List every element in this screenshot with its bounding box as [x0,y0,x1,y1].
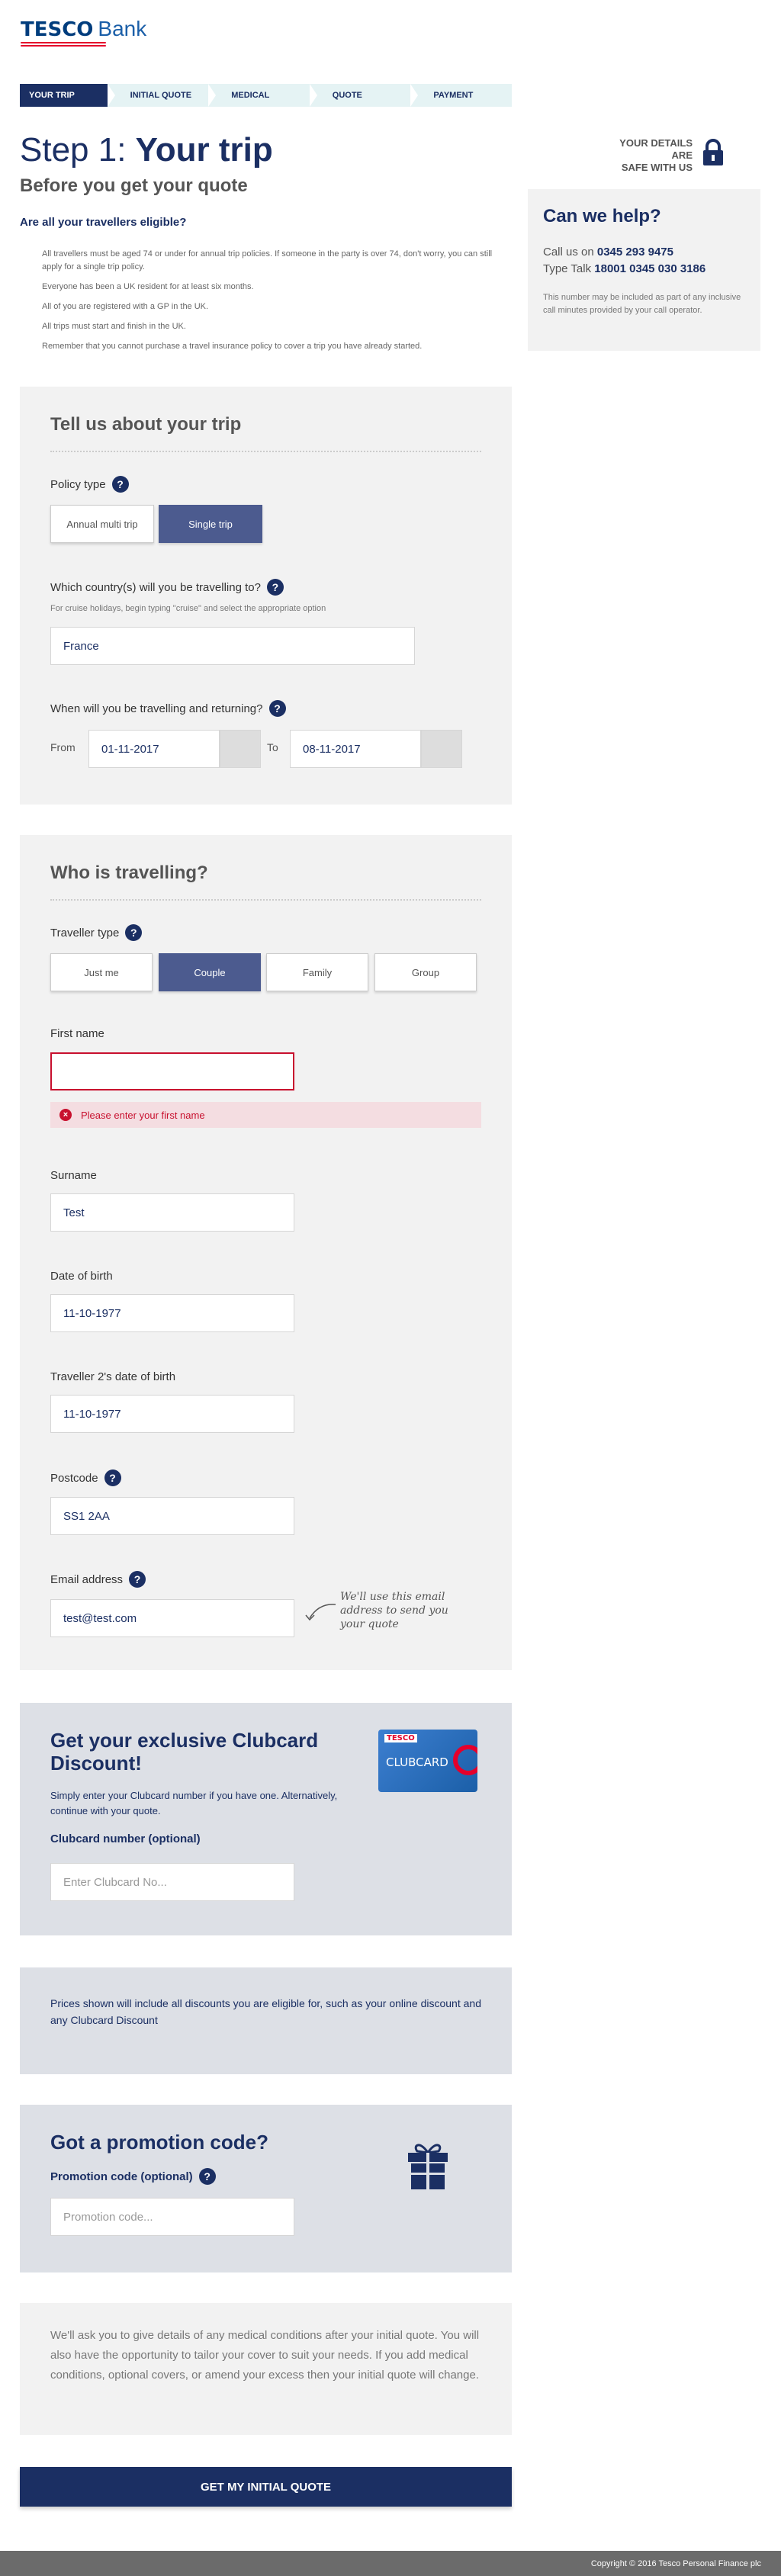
help-call: Call us on 0345 293 9475 [543,246,673,259]
safe-line2: SAFE WITH US [621,162,693,173]
help-question-icon[interactable]: ? [198,2168,216,2185]
card-tesco-logo: TESCO [384,1734,417,1742]
footer-copyright: Copyright © 2016 Tesco Personal Finance … [0,2551,781,2576]
traveller-type-label: Traveller type ? [50,924,143,941]
dob-label: Date of birth [50,1270,113,1283]
eligibility-rule: Everyone has been a UK resident for at l… [42,282,254,291]
step-quote: QUOTE [309,84,418,107]
country-label: Which country(s) will you be travelling … [50,579,284,596]
safe-line1: YOUR DETAILS ARE [619,137,693,161]
page-title: Step 1: Your trip [20,131,273,169]
discount-info: Prices shown will include all discounts … [20,1967,512,2074]
traveller-just-me-button[interactable]: Just me [50,953,153,991]
first-name-label: First name [50,1027,104,1040]
help-note: This number may be included as part of a… [543,293,741,315]
help-question-icon[interactable]: ? [268,700,286,717]
curved-arrow-icon [305,1604,336,1621]
step-prefix: Step 1: [20,131,127,169]
traveller-group-button[interactable]: Group [374,953,477,991]
help-typetalk: Type Talk 18001 0345 030 3186 [543,262,706,275]
postcode-input[interactable]: SS1 2AA [50,1497,294,1535]
logo-tesco: TESCO [21,18,94,41]
from-calendar-button[interactable] [220,730,261,768]
gift-icon [408,2144,448,2189]
traveller-family-button[interactable]: Family [266,953,368,991]
logo-stripes [21,42,106,50]
step-your-trip: YOUR TRIP [20,84,115,107]
eligibility-rule: All of you are registered with a GP in t… [42,302,209,311]
from-label: From [50,741,76,753]
policy-annual-button[interactable]: Annual multi trip [50,505,154,543]
promo-panel: Got a promotion code? Promotion code (op… [20,2105,512,2272]
lock-icon [703,139,723,165]
dob-input[interactable]: 11-10-1977 [50,1294,294,1332]
surname-input[interactable]: Test [50,1193,294,1232]
to-label: To [267,741,278,753]
policy-single-button[interactable]: Single trip [159,505,262,543]
help-call-number[interactable]: 0345 293 9475 [597,246,673,259]
country-input[interactable]: France [50,627,415,665]
eligibility-rule: All travellers must be aged 74 or under … [42,249,493,271]
step-initial-quote: INITIAL QUOTE [107,84,216,107]
help-question-icon[interactable]: ? [111,476,129,493]
travellers-title: Who is travelling? [50,835,481,901]
dates-label: When will you be travelling and returnin… [50,700,286,717]
help-question-icon[interactable]: ? [104,1469,121,1486]
to-calendar-button[interactable] [421,730,462,768]
help-typetalk-number[interactable]: 18001 0345 030 3186 [594,262,705,275]
trip-panel: Tell us about your trip Policy type ? An… [20,387,512,805]
email-input[interactable]: test@test.com [50,1599,294,1637]
to-date-input[interactable]: 08-11-2017 [290,730,421,768]
clubcard-label: Clubcard number (optional) [50,1832,201,1845]
step-medical: MEDICAL [208,84,317,107]
help-box: Can we help? Call us on 0345 293 9475 Ty… [528,189,760,351]
eligibility-rule: All trips must start and finish in the U… [42,322,186,331]
dob2-label: Traveller 2's date of birth [50,1370,176,1383]
dob2-input[interactable]: 11-10-1977 [50,1395,294,1433]
eligibility-question: Are all your travellers eligible? [20,216,187,229]
country-hint: For cruise holidays, begin typing "cruis… [50,604,326,613]
card-swirl [453,1745,477,1775]
medical-note: We'll ask you to give details of any med… [20,2303,512,2435]
email-label: Email address ? [50,1571,146,1588]
clubcard-panel: Get your exclusive Clubcard Discount! Si… [20,1703,512,1935]
eligibility-rule: Remember that you cannot purchase a trav… [42,342,423,351]
promo-input[interactable]: Promotion code... [50,2198,294,2236]
help-question-icon[interactable]: ? [266,579,284,596]
help-question-icon[interactable]: ? [125,924,143,941]
trip-title: Tell us about your trip [50,387,481,452]
page-subtitle: Before you get your quote [20,175,248,196]
email-note: We'll use this email address to send you… [340,1591,448,1630]
clubcard-input[interactable]: Enter Clubcard No... [50,1863,294,1901]
first-name-error: × Please enter your first name [50,1102,481,1128]
eligibility-rules: All travellers must be aged 74 or under … [42,248,507,360]
surname-label: Surname [50,1169,97,1182]
tesco-bank-logo[interactable]: TESCO Bank [21,17,147,47]
step-payment: PAYMENT [410,84,512,107]
from-date-input[interactable]: 01-11-2017 [88,730,220,768]
progress-steps: YOUR TRIP INITIAL QUOTE MEDICAL QUOTE PA… [20,84,512,107]
error-icon: × [59,1109,72,1121]
card-clubcard-text: CLUBCARD [386,1755,448,1769]
traveller-couple-button[interactable]: Couple [159,953,261,991]
travellers-panel: Who is travelling? Traveller type ? Just… [20,835,512,1670]
first-name-input[interactable] [50,1052,294,1090]
clubcard-title: Get your exclusive Clubcard Discount! [50,1729,319,1775]
clubcard-image: TESCO CLUBCARD [378,1730,477,1792]
step-name: Your trip [135,131,273,169]
logo-bank: Bank [98,17,147,40]
postcode-label: Postcode ? [50,1469,121,1486]
clubcard-text: Simply enter your Clubcard number if you… [50,1790,338,1816]
policy-type-label: Policy type ? [50,476,129,493]
safe-badge: YOUR DETAILS ARE SAFE WITH US [610,137,725,174]
help-question-icon[interactable]: ? [129,1571,146,1588]
get-initial-quote-button[interactable]: GET MY INITIAL QUOTE [20,2467,512,2507]
help-title: Can we help? [543,206,661,226]
